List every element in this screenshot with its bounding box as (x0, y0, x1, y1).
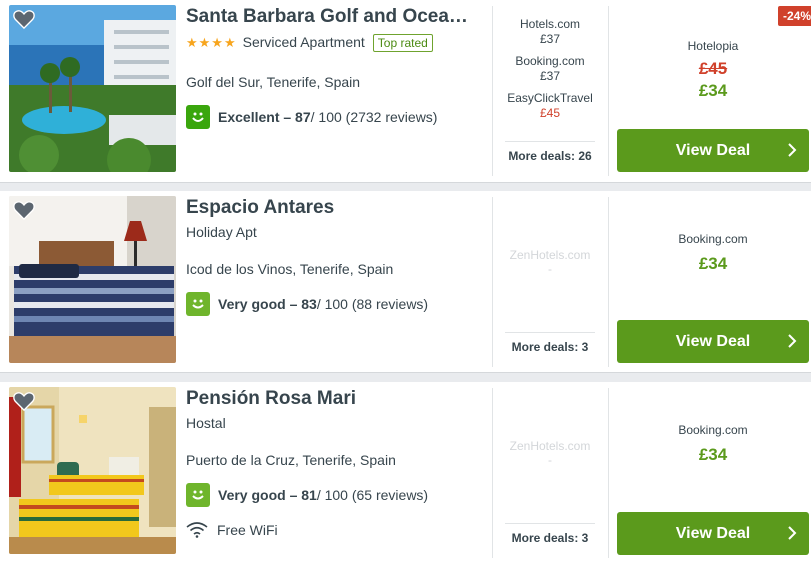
deal-provider: ZenHotels.com (509, 248, 591, 262)
more-deals-link[interactable]: More deals: 3 (505, 332, 595, 354)
column-divider (492, 197, 493, 367)
column-divider (608, 388, 609, 558)
deal-item[interactable]: Hotels.com £37 (500, 17, 600, 47)
best-deal[interactable]: Booking.com £34 (617, 232, 809, 274)
hotel-location[interactable]: Golf del Sur, Tenerife, Spain (186, 74, 360, 90)
deal-price: £45 (539, 106, 561, 120)
deal-provider: Hotels.com (519, 17, 581, 31)
view-deal-button[interactable]: View Deal (617, 320, 809, 363)
deal-provider: ZenHotels.com (509, 439, 591, 453)
original-price: £45 (698, 59, 728, 78)
more-deals-link[interactable]: More deals: 3 (505, 523, 595, 545)
best-deal[interactable]: Hotelopia £45 £34 (617, 39, 809, 101)
hotel-name[interactable]: Santa Barbara Golf and Ocea… (186, 6, 486, 28)
rating-label: Excellent – 87 (218, 109, 311, 125)
more-deals-link[interactable]: More deals: 26 (505, 141, 595, 163)
unavailable-deal: ZenHotels.com - (500, 439, 600, 467)
best-price: £34 (698, 81, 728, 100)
rating-reviews: / 100 (2732 reviews) (310, 109, 438, 125)
hotel-location[interactable]: Icod de los Vinos, Tenerife, Spain (186, 261, 393, 277)
best-deal-provider: Booking.com (678, 232, 748, 246)
guest-rating[interactable]: Excellent – 87 / 100 (2732 reviews) (186, 105, 437, 129)
chevron-right-icon (788, 143, 797, 157)
best-price: £34 (698, 445, 728, 464)
column-divider (492, 388, 493, 558)
best-deal-provider: Booking.com (678, 423, 748, 437)
rating-label: Very good – 83 (218, 296, 317, 312)
hotel-card: Santa Barbara Golf and Ocea… ★★★★ Service… (0, 0, 811, 183)
unavailable-deal: ZenHotels.com - (500, 248, 600, 276)
other-deals-list: Hotels.com £37 Booking.com £37 EasyClickTr… (500, 17, 600, 128)
smiley-icon (186, 105, 210, 129)
deal-provider: EasyClickTravel (507, 91, 593, 105)
chevron-right-icon (788, 334, 797, 348)
rating-label: Very good – 81 (218, 487, 317, 503)
best-deal-provider: Hotelopia (687, 39, 739, 53)
hotel-photo[interactable] (9, 387, 176, 554)
deal-item[interactable]: Booking.com £37 (500, 54, 600, 84)
view-deal-label: View Deal (675, 332, 751, 350)
view-deal-button[interactable]: View Deal (617, 129, 809, 172)
view-deal-label: View Deal (675, 141, 751, 159)
guest-rating[interactable]: Very good – 81 / 100 (65 reviews) (186, 483, 428, 507)
column-divider (608, 197, 609, 367)
hotel-card: Espacio Antares Holiday Apt Icod de los … (0, 191, 811, 373)
deal-item[interactable]: EasyClickTravel £45 (500, 91, 600, 121)
wifi-icon (186, 522, 208, 538)
heart-icon[interactable] (13, 200, 35, 220)
smiley-icon (186, 292, 210, 316)
deal-price: - (548, 262, 552, 276)
hotel-photo[interactable] (9, 196, 176, 363)
accommodation-type: Holiday Apt (186, 224, 257, 240)
column-divider (492, 6, 493, 176)
accommodation-type: Hostal (186, 415, 226, 431)
deal-price: £37 (539, 69, 561, 83)
discount-badge: -24% (778, 6, 811, 26)
star-rating-icon: ★★★★ (186, 35, 237, 50)
best-price: £34 (698, 254, 728, 273)
view-deal-button[interactable]: View Deal (617, 512, 809, 555)
hotel-name[interactable]: Pensión Rosa Mari (186, 388, 486, 410)
heart-icon[interactable] (13, 9, 35, 29)
hotel-photo[interactable] (9, 5, 176, 172)
heart-icon[interactable] (13, 391, 35, 411)
amenity-label: Free WiFi (217, 522, 278, 538)
hotel-location[interactable]: Puerto de la Cruz, Tenerife, Spain (186, 452, 396, 468)
top-rated-badge: Top rated (372, 34, 433, 53)
guest-rating[interactable]: Very good – 83 / 100 (88 reviews) (186, 292, 428, 316)
deal-provider: Booking.com (515, 54, 585, 68)
smiley-icon (186, 483, 210, 507)
amenity-wifi: Free WiFi (186, 522, 278, 538)
deal-price: £37 (539, 32, 561, 46)
hotel-name[interactable]: Espacio Antares (186, 197, 486, 219)
column-divider (608, 6, 609, 176)
deal-price: - (548, 453, 552, 467)
accommodation-type: Serviced Apartment (242, 34, 365, 50)
rating-reviews: / 100 (65 reviews) (316, 487, 429, 503)
hotel-category: ★★★★ Serviced Apartment Top rated (186, 34, 433, 53)
rating-reviews: / 100 (88 reviews) (316, 296, 429, 312)
chevron-right-icon (788, 526, 797, 540)
view-deal-label: View Deal (675, 524, 751, 542)
hotel-card: Pensión Rosa Mari Hostal Puerto de la Cr… (0, 382, 811, 562)
best-deal[interactable]: Booking.com £34 (617, 423, 809, 465)
